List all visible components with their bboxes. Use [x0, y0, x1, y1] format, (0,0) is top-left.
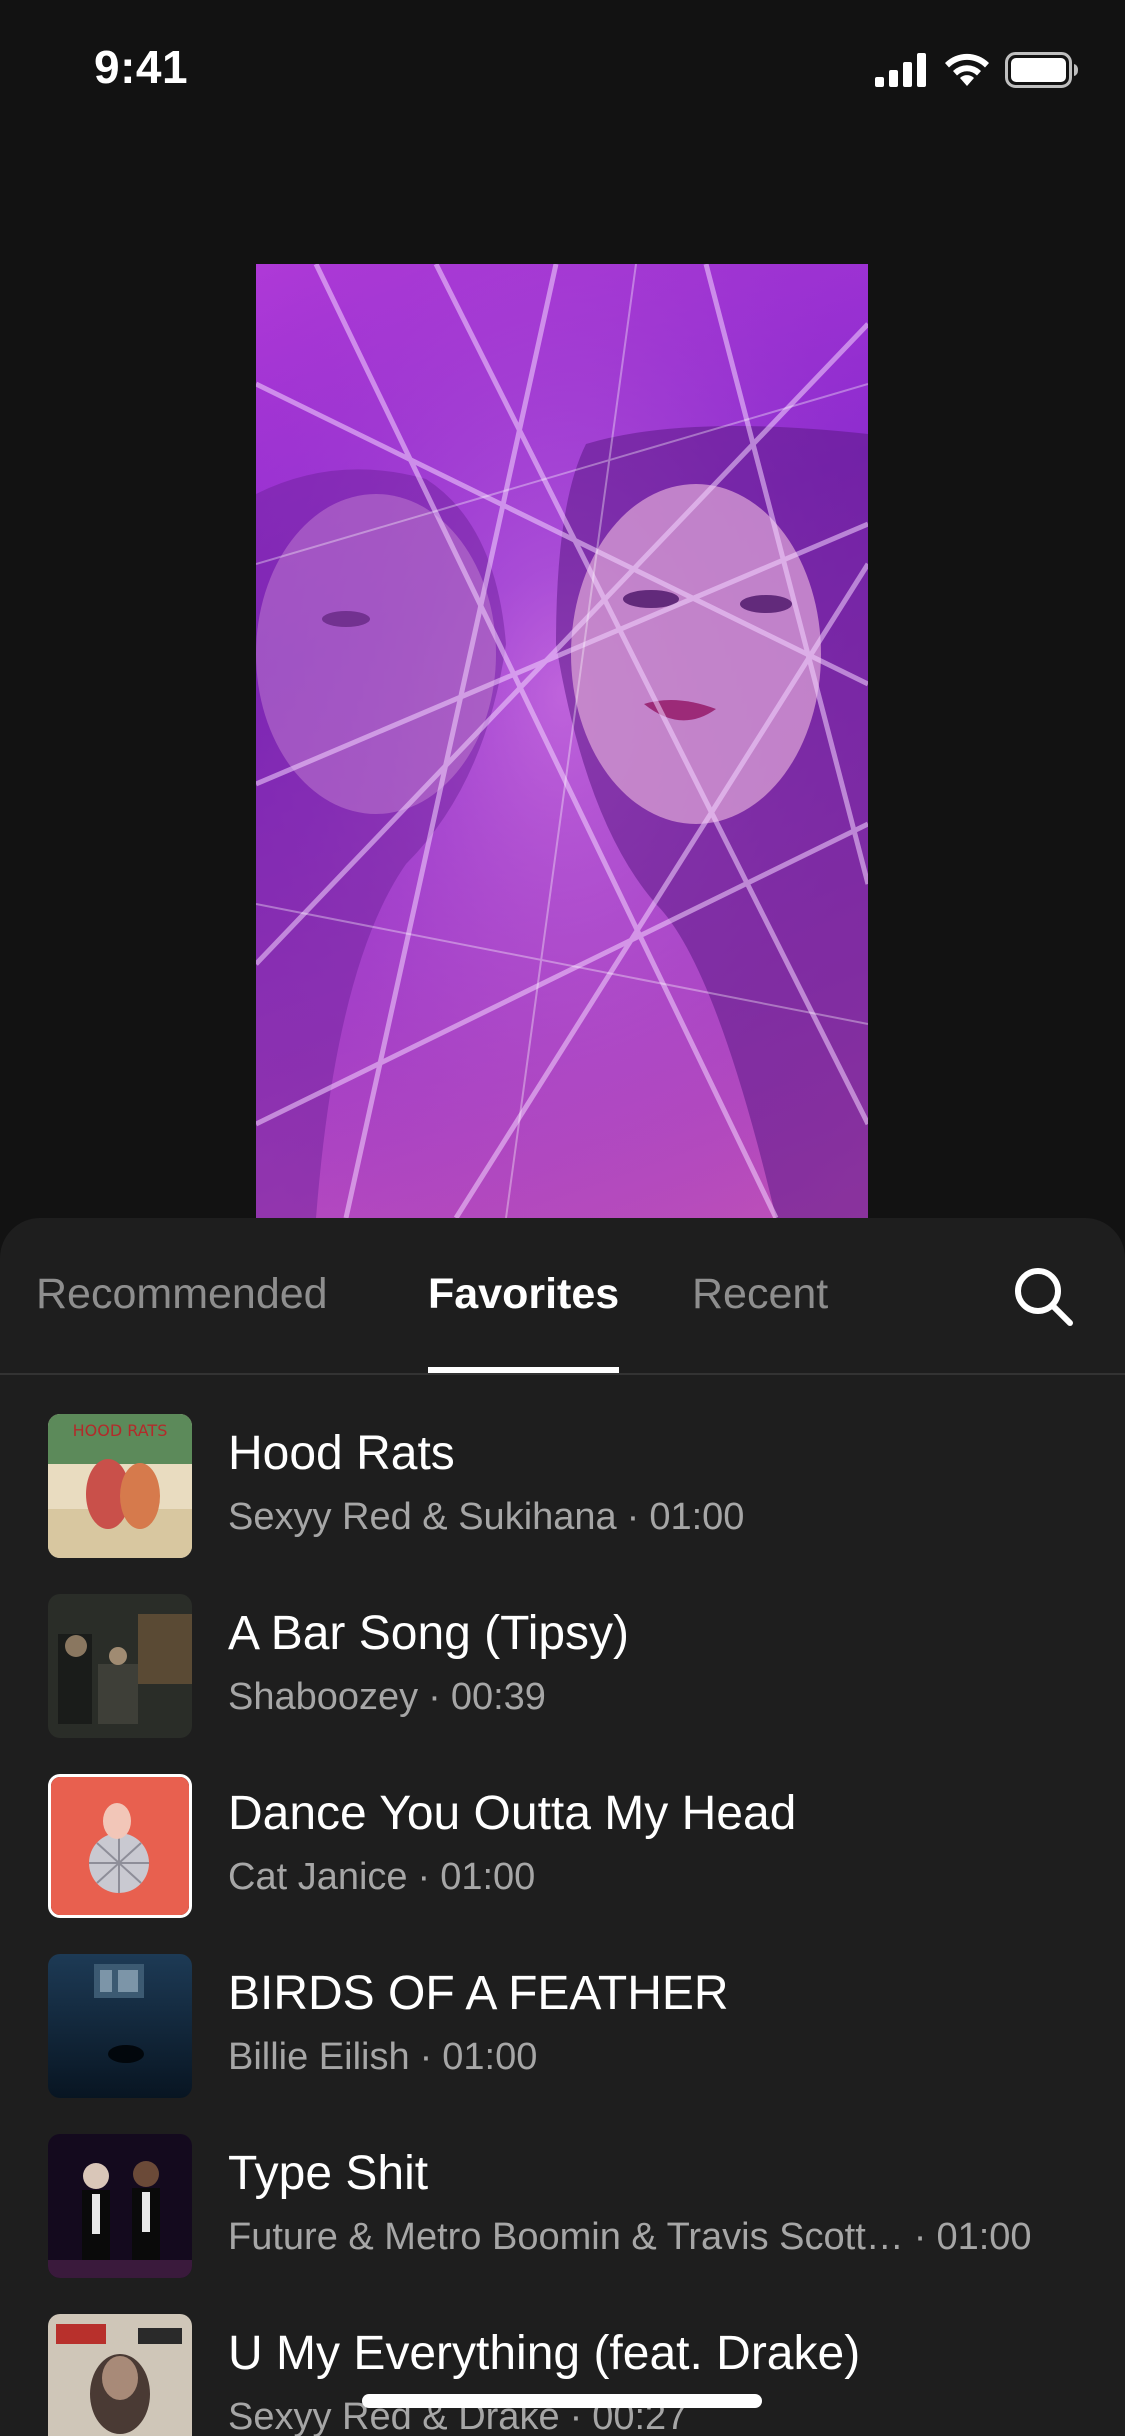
list-item[interactable]: Dance You Outta My Head Cat Janice · 01:…: [0, 1774, 1125, 1954]
song-meta: Shaboozey · 00:39: [228, 1676, 1078, 1719]
song-title: Type Shit: [228, 2147, 429, 2200]
song-duration: 01:00: [442, 2036, 538, 2078]
battery-icon: [1005, 52, 1078, 88]
song-artist: Billie Eilish: [228, 2036, 410, 2078]
separator-dot: ·: [913, 2216, 927, 2258]
song-duration: 01:00: [440, 1856, 536, 1898]
album-cover: [48, 1774, 192, 1918]
wifi-icon: [945, 53, 989, 86]
song-meta: Cat Janice · 01:00: [228, 1856, 1078, 1899]
home-indicator[interactable]: [362, 2394, 762, 2408]
song-artist: Shaboozey: [228, 1676, 419, 1718]
song-artist: Future & Metro Boomin & Travis Scott…: [228, 2216, 904, 2258]
list-item[interactable]: A Bar Song (Tipsy) Shaboozey · 00:39: [0, 1594, 1125, 1774]
song-list: HOOD RATS Hood Rats Sexyy Red & Sukihana…: [0, 1414, 1125, 2436]
song-duration: 01:00: [936, 2216, 1032, 2258]
separator-dot: ·: [419, 2036, 433, 2078]
separator-dot: ·: [428, 1676, 441, 1718]
tab-recent[interactable]: Recent: [692, 1270, 828, 1319]
album-cover: HOOD RATS: [48, 1414, 192, 1558]
song-title: A Bar Song (Tipsy): [228, 1607, 630, 1660]
status-time: 9:41: [94, 41, 189, 93]
search-icon: [1015, 1268, 1073, 1326]
song-title: Dance You Outta My Head: [228, 1787, 797, 1840]
status-icons: [875, 50, 1079, 90]
album-cover: [48, 1954, 192, 2098]
tab-favorites[interactable]: Favorites: [428, 1270, 619, 1319]
status-bar: 9:41: [0, 0, 1125, 135]
song-duration: 01:00: [649, 1496, 745, 1538]
song-title: U My Everything (feat. Drake): [228, 2327, 861, 2380]
active-tab-indicator: [428, 1367, 619, 1373]
song-meta: Future & Metro Boomin & Travis Scott… · …: [228, 2216, 1078, 2259]
song-title: Hood Rats: [228, 1427, 455, 1480]
tab-bar: Recommended Favorites Recent: [0, 1218, 1125, 1375]
song-artist: Sexyy Red & Sukihana: [228, 1496, 617, 1538]
separator-dot: ·: [417, 1856, 431, 1898]
song-artist: Cat Janice: [228, 1856, 408, 1898]
album-cover: [48, 2314, 192, 2436]
list-item[interactable]: HOOD RATS Hood Rats Sexyy Red & Sukihana…: [0, 1414, 1125, 1594]
list-item[interactable]: Type Shit Future & Metro Boomin & Travis…: [0, 2134, 1125, 2314]
song-meta: Billie Eilish · 01:00: [228, 2036, 1078, 2079]
video-preview[interactable]: [256, 264, 868, 1218]
svg-text:HOOD RATS: HOOD RATS: [73, 1421, 168, 1440]
list-item[interactable]: BIRDS OF A FEATHER Billie Eilish · 01:00: [0, 1954, 1125, 2134]
preview-image: [256, 264, 868, 1218]
sound-picker-sheet: Recommended Favorites Recent HOOD RATS H…: [0, 1218, 1125, 2436]
song-meta: Sexyy Red & Sukihana · 01:00: [228, 1496, 1078, 1539]
tab-recommended[interactable]: Recommended: [36, 1270, 328, 1319]
song-duration: 00:39: [450, 1676, 546, 1718]
search-button[interactable]: [1011, 1264, 1075, 1328]
list-item[interactable]: U My Everything (feat. Drake) Sexyy Red …: [0, 2314, 1125, 2436]
separator-dot: ·: [626, 1496, 640, 1538]
album-cover: [48, 1594, 192, 1738]
album-cover: [48, 2134, 192, 2278]
song-title: BIRDS OF A FEATHER: [228, 1967, 729, 2020]
cellular-signal-icon: [875, 53, 926, 87]
